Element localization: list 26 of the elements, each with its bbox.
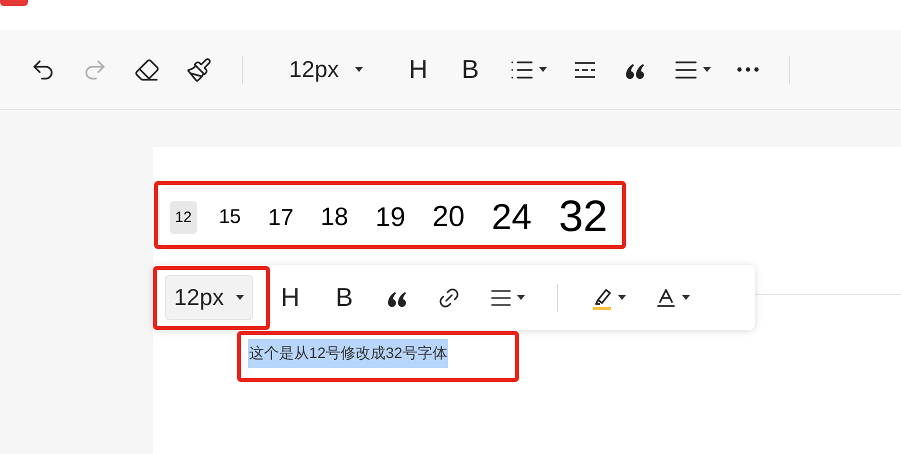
document-text: 这个是从12号修改成32号字体 xyxy=(248,339,448,368)
font-size-option[interactable]: 32 xyxy=(554,195,613,239)
font-size-option[interactable]: 17 xyxy=(262,206,299,228)
caret-icon xyxy=(517,295,525,300)
caret-icon xyxy=(354,67,363,72)
caret-icon xyxy=(539,67,547,72)
logo-icon xyxy=(0,0,28,6)
font-size-option[interactable]: 24 xyxy=(486,199,537,235)
font-size-option[interactable]: 15 xyxy=(214,207,246,227)
font-size-dropdown[interactable]: 12px xyxy=(281,48,371,91)
font-size-option[interactable]: 20 xyxy=(427,202,470,232)
font-size-option[interactable]: 19 xyxy=(370,204,410,230)
font-size-option[interactable]: 12 xyxy=(170,200,197,234)
heading-button[interactable]: H xyxy=(400,50,436,89)
more-icon xyxy=(737,67,759,72)
caret-icon xyxy=(618,295,626,300)
caret-icon xyxy=(703,67,711,72)
heading-button[interactable]: H xyxy=(272,278,308,317)
caret-icon xyxy=(236,295,244,300)
caret-icon xyxy=(682,295,690,300)
bold-button[interactable]: B xyxy=(454,50,487,89)
paintbrush-icon xyxy=(186,56,212,82)
font-size-option[interactable]: 18 xyxy=(316,204,354,230)
font-size-dropdown[interactable]: 12px xyxy=(165,275,253,320)
eraser-icon xyxy=(134,56,160,82)
bold-button[interactable]: B xyxy=(328,278,361,317)
